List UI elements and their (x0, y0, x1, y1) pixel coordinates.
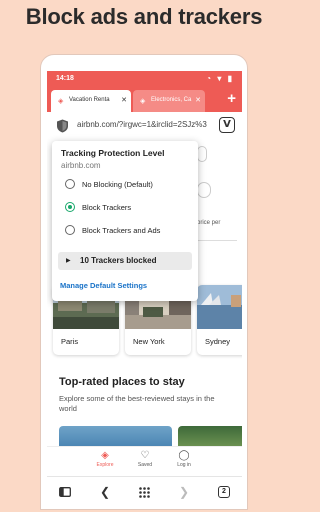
tracking-protection-popup: Tracking Protection Level airbnb.com No … (52, 141, 198, 301)
new-tab-button[interactable]: + (227, 90, 236, 107)
option-label: Block Trackers (82, 203, 132, 212)
user-icon: ◯ (178, 450, 190, 461)
expand-arrow-icon: ▶ (66, 258, 71, 264)
shield-icon[interactable] (56, 119, 69, 133)
tab-label: Electronics, Ca (151, 97, 192, 103)
nav-explore[interactable]: ◈ Explore (85, 450, 125, 468)
popup-domain: airbnb.com (61, 161, 101, 170)
city-name: New York (133, 337, 165, 346)
city-name: Paris (61, 337, 79, 346)
search-pill[interactable] (197, 146, 207, 162)
speed-dial-icon[interactable] (139, 487, 150, 498)
forward-icon[interactable]: ❯ (179, 485, 189, 499)
option-label: No Blocking (Default) (82, 180, 153, 189)
status-icons: ◔ ▾ ▮ (206, 74, 234, 83)
airbnb-logo-icon: ◈ (101, 450, 109, 461)
city-card-sydney[interactable]: Sydney (197, 285, 242, 355)
tab-vacation-rentals[interactable]: ◈ Vacation Renta ✕ (51, 90, 131, 112)
section-description: Explore some of the best-reviewed stays … (59, 394, 215, 413)
airbnb-favicon-icon: ◈ (58, 98, 64, 105)
trackers-blocked-label: 10 Trackers blocked (80, 256, 157, 265)
radio-button[interactable] (65, 225, 75, 235)
tab-bar: ◈ Vacation Renta ✕ ◈ Electronics, Ca ✕ + (47, 86, 242, 112)
radio-button[interactable] (65, 179, 75, 189)
divider (197, 240, 237, 241)
manage-default-settings-link[interactable]: Manage Default Settings (60, 281, 147, 290)
tab-label: Vacation Renta (69, 97, 110, 103)
tab-close-icon[interactable]: ✕ (121, 96, 127, 104)
phone-screen: 14:18 ◔ ▾ ▮ ◈ Vacation Renta ✕ ◈ Electro… (47, 71, 242, 507)
stay-thumbnail[interactable] (59, 426, 172, 446)
popup-title: Tracking Protection Level (61, 148, 165, 158)
nav-saved[interactable]: ♡ Saved (125, 450, 165, 468)
option-no-blocking[interactable]: No Blocking (Default) (65, 178, 195, 192)
url-bar: airbnb.com/?irgwc=1&irclid=2SJz%3 V (47, 112, 242, 140)
tab-switcher-button[interactable]: 2 (218, 486, 230, 498)
vivaldi-menu-icon[interactable]: V (219, 117, 235, 133)
stay-thumbnail[interactable] (178, 426, 242, 446)
status-bar: 14:18 ◔ ▾ ▮ (47, 71, 242, 86)
heart-icon: ♡ (140, 450, 150, 461)
browser-toolbar: ❮ ❯ 2 (47, 476, 242, 507)
tab-close-icon[interactable]: ✕ (195, 96, 201, 104)
sydney-image (197, 285, 242, 329)
airbnb-favicon-icon: ◈ (140, 98, 146, 105)
nav-label: Log in (177, 462, 191, 468)
phone-frame: 14:18 ◔ ▾ ▮ ◈ Vacation Renta ✕ ◈ Electro… (40, 54, 248, 510)
option-block-trackers[interactable]: Block Trackers (65, 201, 195, 215)
city-name: Sydney (205, 337, 231, 346)
section-title: Top-rated places to stay (59, 376, 185, 388)
option-label: Block Trackers and Ads (82, 226, 161, 235)
panel-icon[interactable] (59, 487, 71, 497)
status-time: 14:18 (56, 75, 74, 82)
price-text: price per (197, 220, 221, 226)
filter-pill[interactable] (197, 182, 211, 198)
tab-electronics[interactable]: ◈ Electronics, Ca ✕ (133, 90, 205, 112)
radio-button-selected[interactable] (65, 202, 75, 212)
address-input[interactable]: airbnb.com/?irgwc=1&irclid=2SJz%3 (77, 120, 217, 129)
nav-log-in[interactable]: ◯ Log in (164, 450, 204, 468)
trackers-blocked-row[interactable]: ▶ 10 Trackers blocked (58, 252, 192, 270)
app-bottom-nav: ◈ Explore ♡ Saved ◯ Log in (47, 446, 242, 476)
option-block-trackers-and-ads[interactable]: Block Trackers and Ads (65, 224, 195, 238)
nav-label: Saved (137, 462, 153, 468)
back-icon[interactable]: ❮ (100, 485, 110, 499)
headline: Block ads and trackers (25, 4, 263, 29)
nav-label: Explore (96, 462, 114, 468)
